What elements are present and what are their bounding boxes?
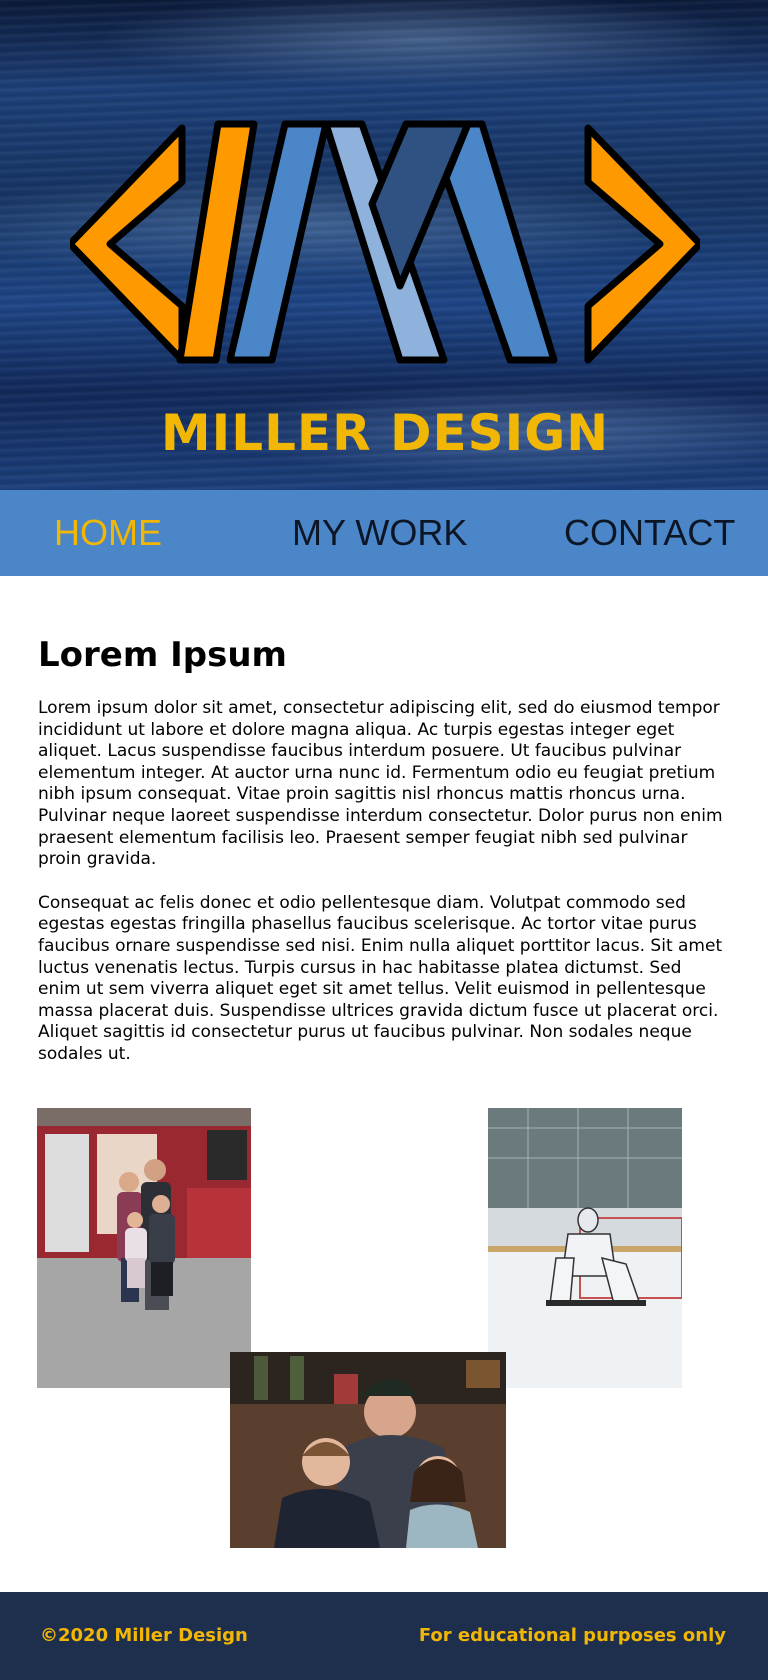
intro-paragraph: Lorem ipsum dolor sit amet, consectetur … (38, 698, 723, 870)
main-content: Lorem Ipsum Lorem ipsum dolor sit amet, … (38, 632, 728, 1066)
second-paragraph: Consequat ac felis donec et odio pellent… (38, 892, 723, 1064)
brand-name: MILLER DESIGN (160, 404, 610, 462)
footer-disclaimer: For educational purposes only (418, 1625, 726, 1646)
main-navigation: HOME MY WORK CONTACT (0, 490, 768, 576)
page-heading: Lorem Ipsum (38, 635, 287, 675)
hockey-goalie-photo (488, 1108, 682, 1388)
footer-copyright: ©2020 Miller Design (40, 1625, 248, 1646)
site-footer: ©2020 Miller Design For educational purp… (0, 1592, 768, 1680)
family-selfie-photo (230, 1352, 506, 1548)
nav-my-work-link[interactable]: MY WORK (292, 490, 467, 576)
hero-banner: MILLER DESIGN (0, 0, 768, 490)
nav-home-link[interactable]: HOME (54, 490, 162, 576)
family-fire-truck-photo (37, 1108, 251, 1388)
nav-contact-link[interactable]: CONTACT (564, 490, 735, 576)
miller-design-logo (70, 120, 700, 364)
